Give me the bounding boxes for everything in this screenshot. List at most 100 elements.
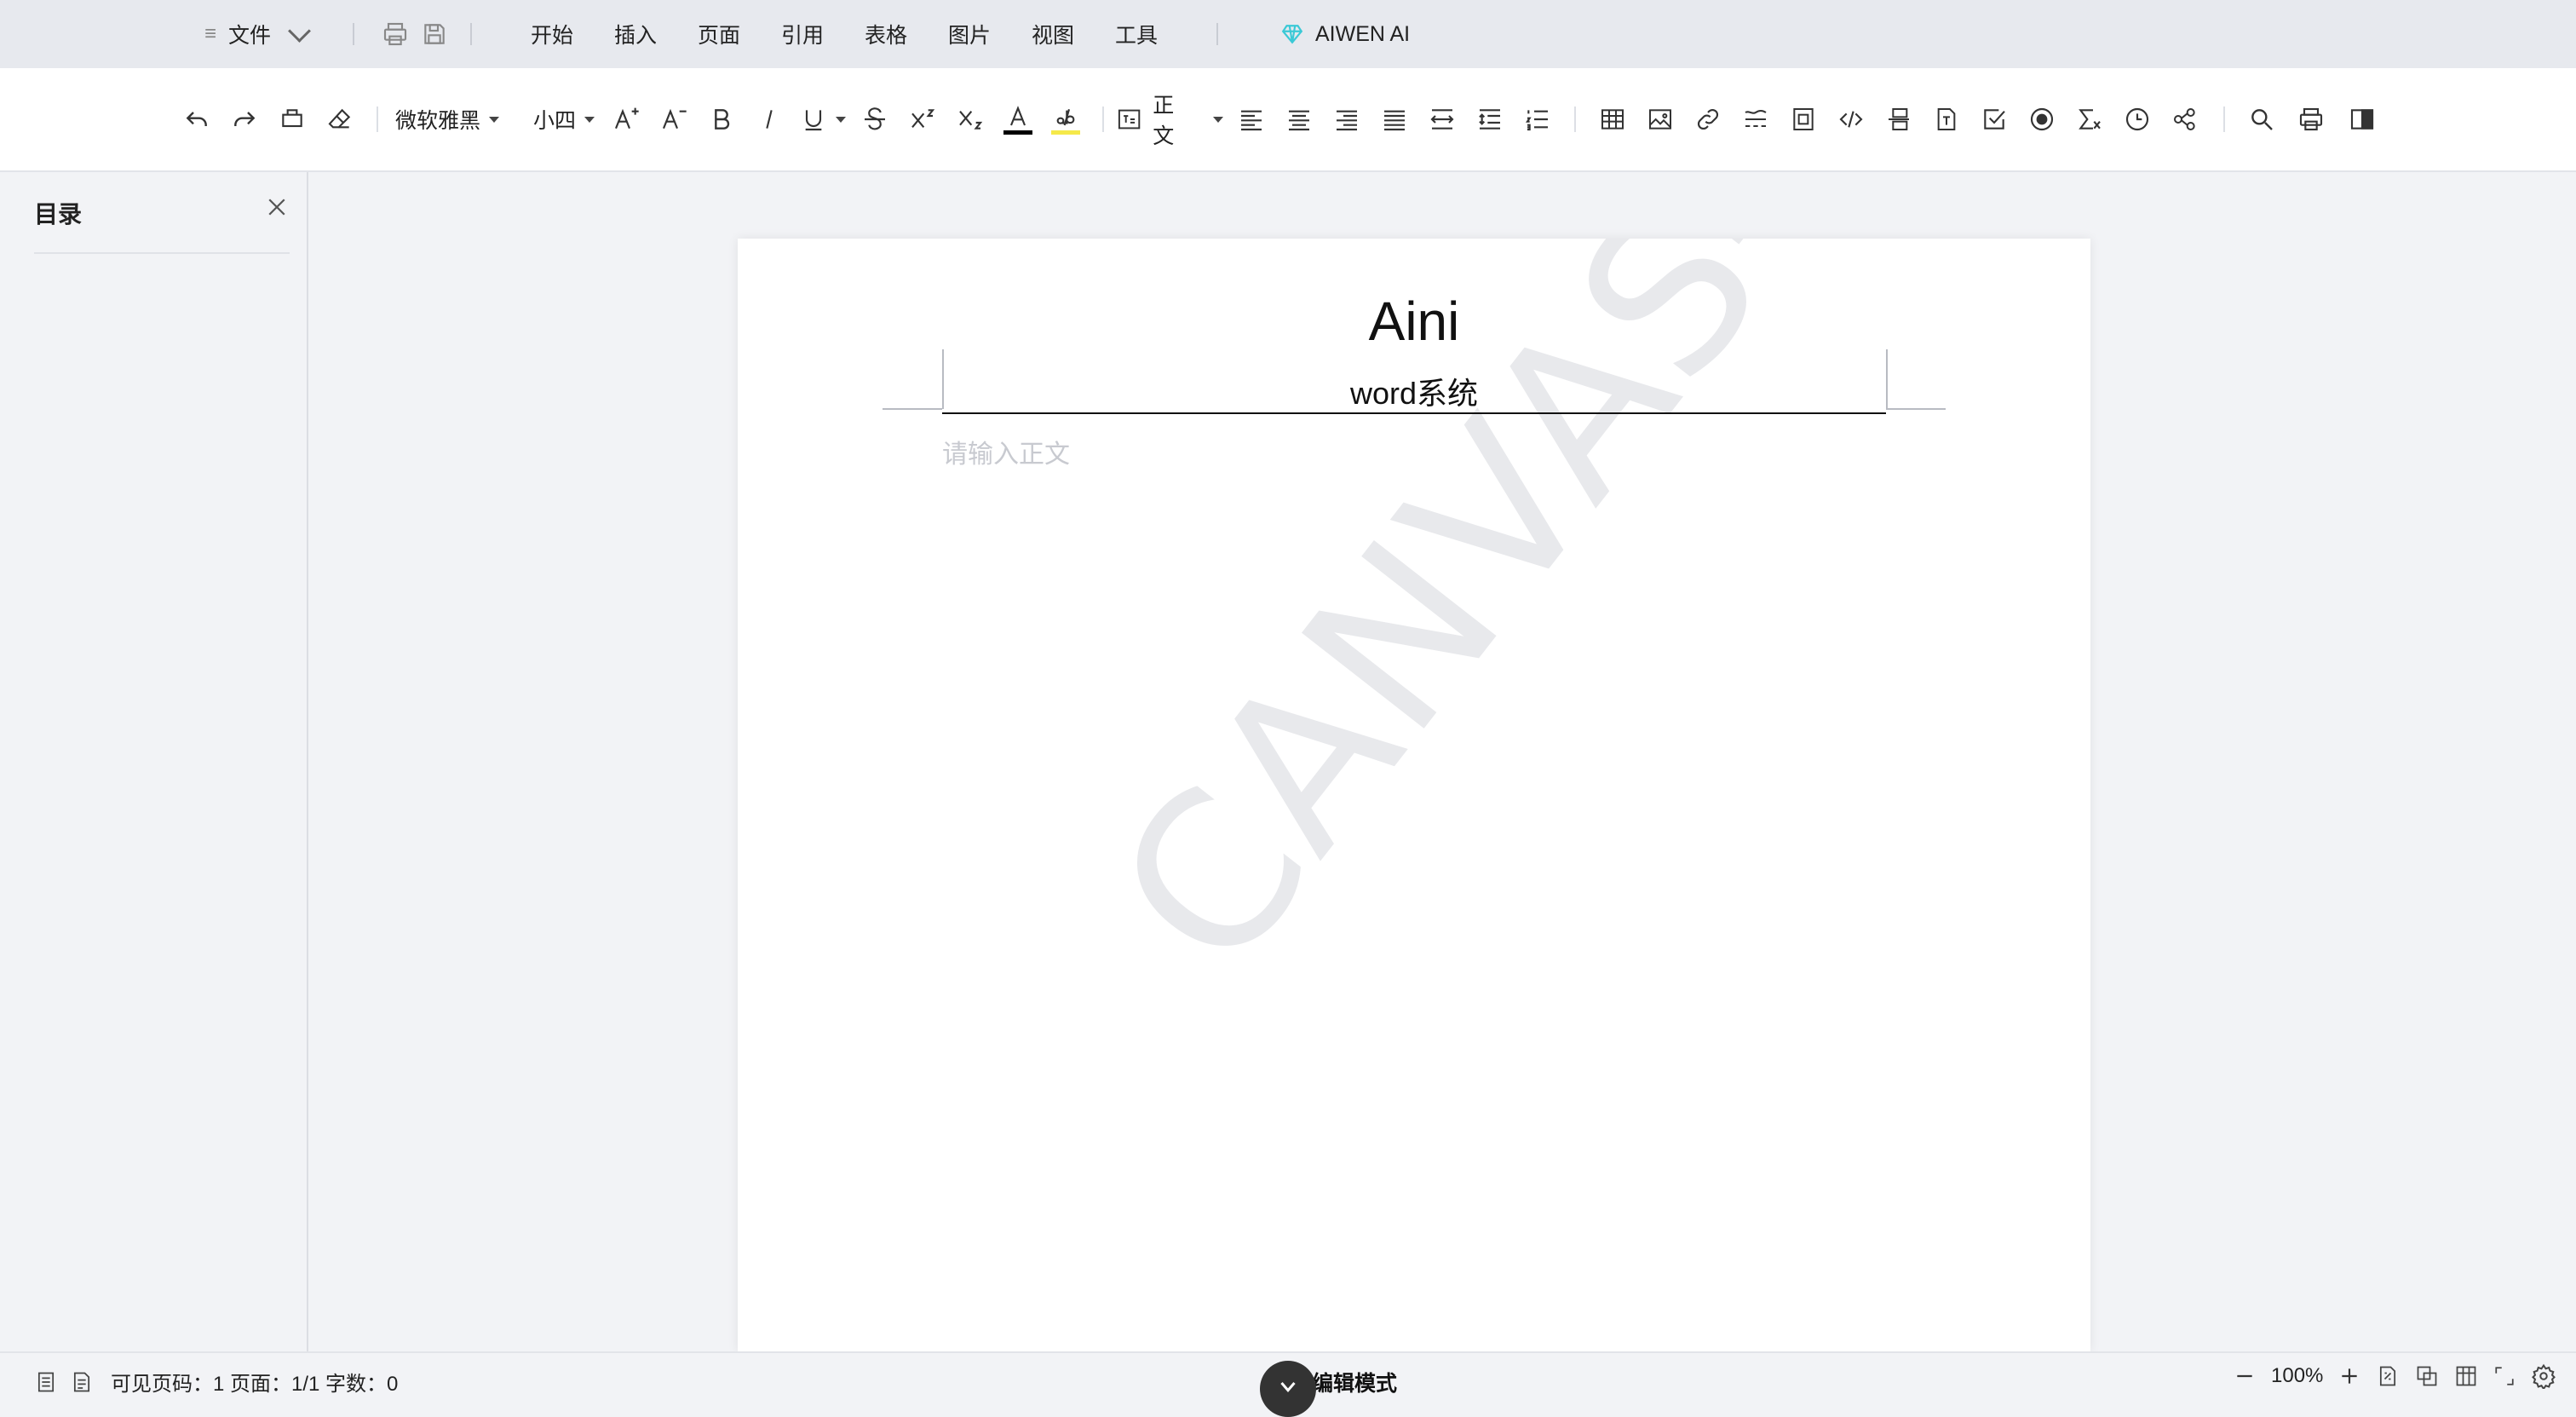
divider <box>2223 107 2225 132</box>
tab-table[interactable]: 表格 <box>865 19 948 49</box>
body-placeholder[interactable]: 请输入正文 <box>942 433 1070 470</box>
font-size-decrease-button[interactable] <box>659 102 688 136</box>
document-page[interactable]: CANVAS-EDITOR Aini word系统 请输入正文 <box>738 239 2090 1351</box>
search-button[interactable] <box>2247 102 2276 136</box>
file-menu-label: 文件 <box>228 24 272 48</box>
divider <box>1574 107 1576 132</box>
code-block-button[interactable] <box>1837 102 1866 136</box>
tab-start[interactable]: 开始 <box>531 19 614 49</box>
insert-table-button[interactable] <box>1598 102 1627 136</box>
bold-button[interactable] <box>707 102 736 136</box>
font-size-select[interactable]: 小四 <box>533 102 601 136</box>
table-icon <box>1601 109 1624 130</box>
italic-button[interactable] <box>755 102 784 136</box>
checkbox-button[interactable] <box>1980 102 2009 136</box>
watermark-icon <box>1793 108 1814 130</box>
chevron-down-icon <box>288 19 311 43</box>
font-size-value: 小四 <box>533 109 577 133</box>
clear-format-button[interactable] <box>325 102 354 136</box>
paper-icon[interactable] <box>70 1370 94 1394</box>
zoom-in-icon[interactable] <box>2338 1365 2360 1387</box>
font-increase-icon <box>615 107 639 130</box>
header-title[interactable]: Aini <box>738 290 2090 353</box>
tab-image[interactable]: 图片 <box>948 19 1032 49</box>
align-center-button[interactable] <box>1285 102 1314 136</box>
header-underline <box>942 412 1886 414</box>
undo-button[interactable] <box>182 102 211 136</box>
tab-page[interactable]: 页面 <box>698 19 781 49</box>
ai-label: AIWEN AI <box>1315 21 1411 46</box>
superscript-icon <box>911 109 935 129</box>
gem-icon <box>1281 25 1303 44</box>
insert-image-button[interactable] <box>1646 102 1675 136</box>
redo-button[interactable] <box>230 102 259 136</box>
file-menu[interactable]: ≡ 文件 <box>204 0 311 68</box>
caret-down-icon <box>836 116 846 123</box>
tab-reference[interactable]: 引用 <box>781 19 865 49</box>
page-scale-icon[interactable] <box>2376 1364 2400 1388</box>
status-right: 100% <box>2234 1363 2556 1389</box>
align-left-button[interactable] <box>1237 102 1266 136</box>
control-button[interactable] <box>1932 102 1961 136</box>
page-break-button[interactable] <box>1884 102 1913 136</box>
ai-button[interactable]: AIWEN AI <box>1281 0 1410 68</box>
divider <box>1102 107 1104 132</box>
font-color-button[interactable] <box>1003 102 1032 136</box>
font-color-bar <box>1003 130 1032 135</box>
tab-tools[interactable]: 工具 <box>1115 19 1199 49</box>
line-spacing-button[interactable] <box>1475 102 1504 136</box>
print-button[interactable] <box>2297 102 2326 136</box>
menu-icon: ≡ <box>204 22 217 45</box>
formula-button[interactable] <box>2075 102 2104 136</box>
font-size-increase-button[interactable] <box>612 102 641 136</box>
catalog-panel: 目录 <box>0 172 308 1351</box>
tab-insert[interactable]: 插入 <box>614 19 698 49</box>
link-icon <box>1697 108 1719 130</box>
highlight-icon <box>1056 108 1075 125</box>
underline-button[interactable] <box>797 102 848 136</box>
subscript-button[interactable] <box>956 102 985 136</box>
radio-button[interactable] <box>2027 102 2056 136</box>
paragraph-style-select[interactable]: 正文 <box>1116 94 1223 148</box>
strikethrough-button[interactable] <box>860 102 889 136</box>
gear-icon[interactable] <box>2531 1363 2556 1389</box>
date-button[interactable] <box>2123 102 2152 136</box>
panel-toggle-icon <box>2350 109 2374 130</box>
format-painter-button[interactable] <box>278 102 307 136</box>
status-left: 可见页码：1 页面：1/1 字数：0 <box>34 1367 398 1397</box>
list-button[interactable] <box>1523 102 1552 136</box>
print-icon <box>2299 107 2323 131</box>
fullscreen-icon[interactable] <box>2493 1365 2516 1387</box>
editor-mode-toggle[interactable] <box>1260 1361 1316 1417</box>
tab-view[interactable]: 视图 <box>1032 19 1115 49</box>
line-spacing-icon <box>1479 109 1500 130</box>
page-mode-icon[interactable] <box>34 1370 58 1394</box>
editor-mode-label[interactable]: 编辑模式 <box>1312 1367 1397 1397</box>
save-icon[interactable] <box>421 20 448 48</box>
zoom-out-icon[interactable] <box>2234 1365 2256 1387</box>
paper-size-icon[interactable] <box>2415 1364 2439 1388</box>
close-icon[interactable] <box>264 194 290 220</box>
paper-direction-icon[interactable] <box>2454 1364 2478 1388</box>
toggle-panel-button[interactable] <box>2348 102 2377 136</box>
menu-tabs: 开始 插入 页面 引用 表格 图片 视图 工具 <box>531 0 1199 68</box>
margin-marker <box>883 408 942 410</box>
catalog-title: 目录 <box>34 201 83 228</box>
superscript-button[interactable] <box>908 102 937 136</box>
distribute-icon <box>1430 109 1454 130</box>
font-family-select[interactable]: 微软雅黑 <box>395 102 509 136</box>
watermark-button[interactable] <box>1789 102 1818 136</box>
clock-icon <box>2125 107 2149 131</box>
image-icon <box>1649 109 1671 130</box>
justify-button[interactable] <box>1380 102 1409 136</box>
format-painter-icon <box>282 109 302 128</box>
insert-link-button[interactable] <box>1693 102 1722 136</box>
separator-button[interactable] <box>1741 102 1770 136</box>
highlight-button[interactable] <box>1051 102 1080 136</box>
print-icon[interactable] <box>382 20 409 48</box>
distribute-button[interactable] <box>1428 102 1457 136</box>
align-right-icon <box>1337 110 1357 131</box>
document-stats: 可见页码：1 页面：1/1 字数：0 <box>111 1373 399 1396</box>
align-right-button[interactable] <box>1332 102 1361 136</box>
block-button[interactable] <box>2171 102 2199 136</box>
